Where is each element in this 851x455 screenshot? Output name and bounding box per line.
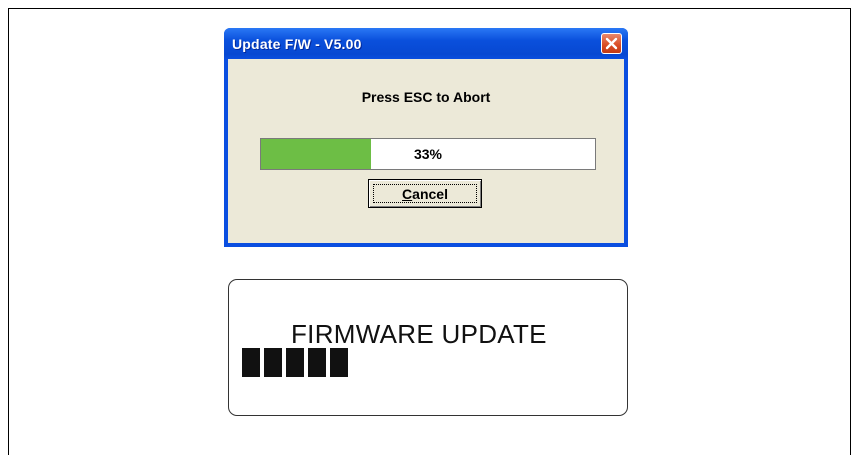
title-bar[interactable]: Update F/W - V5.00 — [224, 28, 628, 59]
lcd-progress-block — [286, 348, 304, 377]
lcd-progress-block — [330, 348, 348, 377]
lcd-progress-blocks — [242, 348, 348, 377]
window-title: Update F/W - V5.00 — [232, 35, 362, 52]
progress-bar: 33% — [260, 138, 596, 170]
cancel-button-label: Cancel — [402, 186, 448, 202]
lcd-message: FIRMWARE UPDATE — [291, 319, 547, 349]
lcd-progress-block — [242, 348, 260, 377]
cancel-mnemonic: C — [402, 185, 413, 202]
close-icon — [605, 37, 618, 50]
dialog-body: Press ESC to Abort 33% Cancel — [228, 59, 624, 243]
progress-percent: 33% — [413, 146, 443, 162]
lcd-display: FIRMWARE UPDATE — [228, 279, 628, 416]
lcd-progress-block — [264, 348, 282, 377]
cancel-label-rest: ancel — [412, 185, 448, 202]
cancel-button[interactable]: Cancel — [368, 179, 482, 208]
abort-message: Press ESC to Abort — [361, 89, 491, 105]
update-firmware-dialog: Update F/W - V5.00 Press ESC to Abort 33… — [224, 28, 628, 247]
close-button[interactable] — [601, 33, 622, 54]
lcd-progress-block — [308, 348, 326, 377]
